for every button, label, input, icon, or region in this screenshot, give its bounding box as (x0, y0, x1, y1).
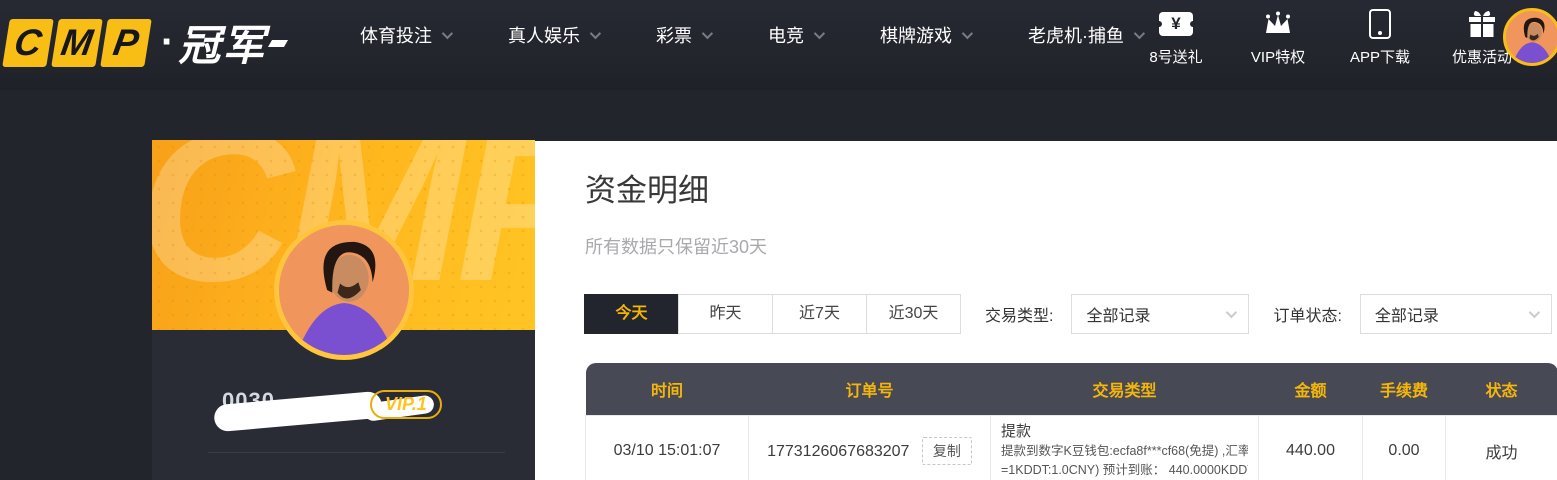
main-panel: 资金明细 所有数据只保留近30天 今天 昨天 近7天 近30天 交易类型: 全部… (535, 141, 1557, 480)
cell-transaction-type: 提款 提款到数字K豆钱包:ecfa8f***cf68(免提) ,汇率 =1KDD… (991, 415, 1259, 480)
logo-dash (268, 40, 288, 47)
quick-link-label: APP下载 (1350, 46, 1410, 67)
cell-fee: 0.00 (1363, 415, 1446, 480)
quick-link-vip[interactable]: VIP特权 (1242, 8, 1314, 67)
retention-note: 所有数据只保留近30天 (585, 233, 767, 259)
page-title: 资金明细 (585, 165, 709, 210)
nav-label: 棋牌游戏 (880, 22, 952, 48)
logo-letter-c: C (2, 19, 54, 67)
chevron-down-icon (1226, 307, 1237, 318)
quick-link-gift-day8[interactable]: ¥ 8号送礼 (1140, 8, 1212, 67)
copy-button[interactable]: 复制 (922, 437, 972, 465)
filter-toolbar: 今天 昨天 近7天 近30天 交易类型: 全部记录 订单状态: 全部记录 (585, 293, 1552, 335)
logo-letter-m: M (51, 19, 103, 67)
transaction-type-label: 交易类型: (985, 302, 1053, 326)
main-navigation: 体育投注 真人娱乐 彩票 电竞 棋牌游戏 老虎机·捕鱼 (360, 0, 1142, 70)
col-header-type: 交易类型 (991, 363, 1259, 415)
chevron-down-icon (962, 28, 973, 39)
select-value: 全部记录 (1086, 302, 1150, 326)
page: C M P · 冠军 体育投注 真人娱乐 彩票 电竞 (0, 0, 1557, 480)
nav-item-esports[interactable]: 电竞 (768, 22, 822, 48)
transaction-detail-line2: =1KDDT:1.0CNY) 预计到账： 440.0000KDDT (1001, 461, 1248, 480)
tab-today[interactable]: 今天 (584, 294, 679, 334)
col-header-order-no: 订单号 (749, 363, 991, 415)
ticket-yen-icon: ¥ (1159, 8, 1193, 40)
nav-item-lottery[interactable]: 彩票 (656, 22, 710, 48)
logo-suffix: 冠军 (178, 12, 266, 73)
tab-last-7-days[interactable]: 近7天 (772, 294, 867, 334)
tab-last-30-days[interactable]: 近30天 (866, 294, 961, 334)
table-header-row: 时间 订单号 交易类型 金额 手续费 状态 (586, 363, 1557, 415)
user-avatar[interactable] (1503, 8, 1557, 66)
cell-amount: 440.00 (1259, 415, 1363, 480)
nav-label: 彩票 (656, 22, 692, 48)
table-row: 03/10 15:01:07 1773126067683207 复制 提款 提款… (586, 415, 1557, 480)
status-badge: 成功 (1446, 415, 1557, 480)
chevron-down-icon (590, 28, 601, 39)
nav-item-sports-betting[interactable]: 体育投注 (360, 22, 450, 48)
chevron-down-icon (702, 28, 713, 39)
divider (208, 452, 505, 453)
tab-yesterday[interactable]: 昨天 (678, 294, 773, 334)
phone-icon (1369, 8, 1391, 40)
profile-avatar[interactable] (274, 220, 414, 360)
crown-icon (1262, 8, 1294, 40)
col-header-time: 时间 (586, 363, 749, 415)
date-range-tabs: 今天 昨天 近7天 近30天 (585, 294, 961, 334)
logo-letter-p: P (100, 19, 152, 67)
gift-icon (1467, 8, 1497, 40)
col-header-status: 状态 (1446, 363, 1557, 415)
order-number: 1773126067683207 (767, 443, 909, 460)
quick-links: ¥ 8号送礼 VIP特权 APP下载 (1140, 8, 1518, 67)
nav-label: 电竞 (768, 22, 804, 48)
transaction-detail-line1: 提款到数字K豆钱包:ecfa8f***cf68(免提) ,汇率 (1001, 442, 1248, 461)
quick-link-label: VIP特权 (1251, 46, 1305, 67)
nav-label: 老虎机·捕鱼 (1028, 22, 1124, 48)
top-navigation-bar: C M P · 冠军 体育投注 真人娱乐 彩票 电竞 (0, 0, 1557, 90)
quick-link-app-download[interactable]: APP下载 (1344, 8, 1416, 67)
col-header-fee: 手续费 (1363, 363, 1446, 415)
logo-dot: · (161, 20, 174, 65)
profile-card: CMP 0030 VIP.1 (152, 140, 535, 480)
chevron-down-icon (442, 28, 453, 39)
nav-label: 真人娱乐 (508, 22, 580, 48)
nav-item-live-casino[interactable]: 真人娱乐 (508, 22, 598, 48)
brand-logo[interactable]: C M P · 冠军 (6, 12, 286, 73)
transaction-type-select[interactable]: 全部记录 (1071, 294, 1249, 334)
order-status-select[interactable]: 全部记录 (1360, 294, 1552, 334)
nav-item-board-games[interactable]: 棋牌游戏 (880, 22, 970, 48)
order-status-label: 订单状态: (1273, 302, 1341, 326)
vip-badge: VIP.1 (370, 390, 442, 419)
select-value: 全部记录 (1375, 302, 1439, 326)
cell-order-no: 1773126067683207 复制 (749, 415, 991, 480)
nav-item-slots-fishing[interactable]: 老虎机·捕鱼 (1028, 22, 1142, 48)
cell-time: 03/10 15:01:07 (586, 415, 749, 480)
quick-link-label: 8号送礼 (1149, 46, 1202, 67)
col-header-amount: 金额 (1259, 363, 1363, 415)
quick-link-label: 优惠活动 (1452, 46, 1512, 67)
chevron-down-icon (1529, 307, 1540, 318)
nav-label: 体育投注 (360, 22, 432, 48)
transaction-type-title: 提款 (1001, 421, 1248, 443)
chevron-down-icon (814, 28, 825, 39)
funds-table: 时间 订单号 交易类型 金额 手续费 状态 03/10 15:01:07 177… (585, 363, 1557, 480)
